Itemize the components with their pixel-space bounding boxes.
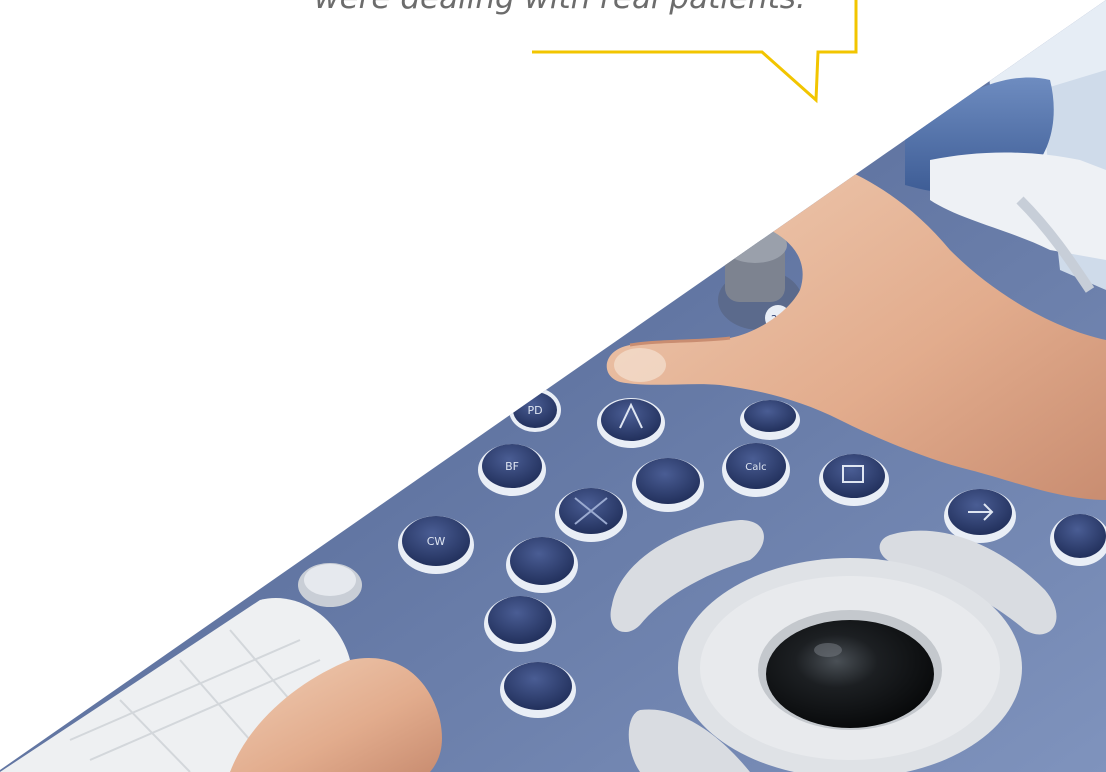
- trackball: [678, 558, 1022, 772]
- pd-button-icon: PD: [509, 388, 561, 432]
- freeze-button-icon: [819, 454, 889, 506]
- svg-text:PD: PD: [527, 404, 542, 417]
- photo-region: 2D PD BF: [0, 0, 1106, 772]
- svg-text:CW: CW: [427, 535, 446, 548]
- speech-bubble-outline: [532, 0, 858, 104]
- ultrasound-photo: 2D PD BF: [0, 0, 1106, 772]
- svg-text:BF: BF: [505, 460, 519, 473]
- probe-button-icon: [597, 398, 665, 448]
- cw-button-icon: CW: [398, 516, 474, 574]
- arrow-button-icon: [944, 489, 1016, 543]
- bf-button-icon: BF: [478, 444, 546, 496]
- calc-button-icon: Calc: [722, 443, 790, 497]
- svg-text:Calc: Calc: [745, 462, 766, 473]
